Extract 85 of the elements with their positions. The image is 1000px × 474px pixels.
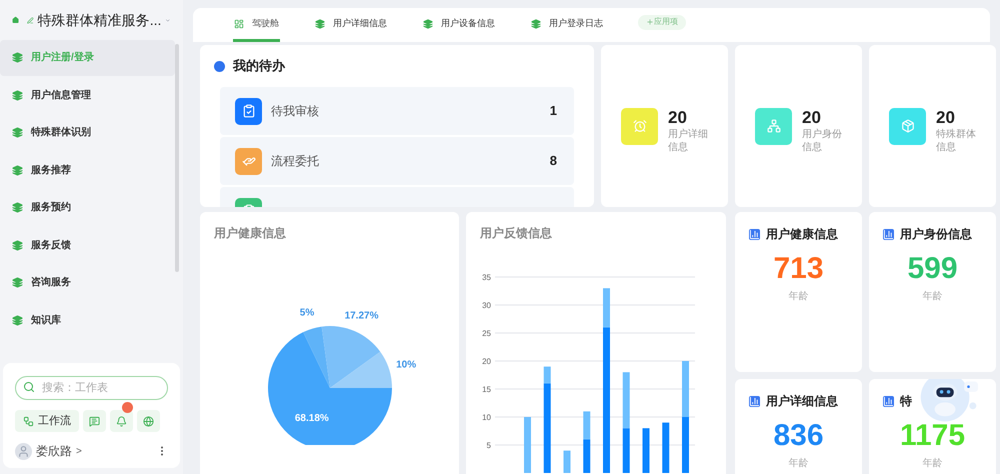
- tab[interactable]: 用户详细信息: [314, 8, 388, 42]
- tab[interactable]: 驾驶舱: [233, 8, 280, 42]
- axis-tick-label: 10: [482, 413, 491, 422]
- chart-icon: [749, 228, 760, 240]
- user-name[interactable]: 娄欣路: [36, 442, 72, 460]
- todo-row[interactable]: 流程委托 8: [220, 137, 574, 185]
- layers-icon: [12, 314, 23, 326]
- card-title: 用户身份信息: [900, 226, 972, 243]
- layers-icon: [12, 202, 23, 214]
- axis-tick-label: 5: [486, 441, 491, 450]
- sidebar-item[interactable]: 知识库: [0, 302, 175, 338]
- search-field[interactable]: 搜索：工作表: [15, 376, 168, 400]
- slice-label: 68.18%: [294, 412, 329, 424]
- stat-label: 用户详细信息: [668, 128, 709, 154]
- slice-label: 10%: [396, 359, 416, 370]
- todo-label: 流程委托: [271, 153, 319, 170]
- slice-label: 17.27%: [344, 310, 378, 322]
- stat-value: 20: [936, 108, 956, 128]
- notification-badge: [122, 402, 133, 413]
- notification-button[interactable]: [110, 410, 133, 432]
- bar: [662, 422, 670, 473]
- stat-value: 836: [773, 418, 824, 454]
- todo-count: 8: [550, 152, 557, 170]
- sidebar-item[interactable]: 服务推荐: [0, 152, 175, 188]
- axis-tick-label: 30: [482, 301, 491, 310]
- tab[interactable]: 用户登录日志: [530, 8, 604, 42]
- plus-icon: [646, 18, 654, 26]
- todo-row[interactable]: 待我审核 1: [220, 87, 574, 135]
- stat-value: 599: [907, 251, 958, 287]
- card-title: 用户健康信息: [766, 226, 838, 243]
- workflow-button[interactable]: 工作流: [15, 410, 79, 432]
- chevron-text[interactable]: >: [76, 444, 82, 458]
- avatar[interactable]: [15, 442, 32, 460]
- dashboard-icon: [234, 18, 244, 28]
- unit-label: 年龄: [788, 290, 808, 304]
- card-title: 用户详细信息: [766, 393, 838, 410]
- sidebar-item[interactable]: 用户信息管理: [0, 78, 175, 113]
- sidebar-item[interactable]: 服务预约: [0, 190, 175, 226]
- workflow-icon: [23, 416, 34, 426]
- layers-icon: [423, 18, 433, 28]
- tab[interactable]: 用户设备信息: [422, 8, 496, 42]
- axis-tick-label: 35: [482, 273, 491, 282]
- unit-label: 年龄: [788, 456, 808, 471]
- bar: [564, 450, 570, 473]
- unit-label: 年龄: [922, 290, 942, 304]
- bar: [642, 428, 650, 473]
- layers-icon: [12, 277, 23, 288]
- layers-icon: [12, 52, 23, 64]
- todo-count: 1: [550, 102, 557, 120]
- bell-icon: [116, 416, 127, 426]
- layers-icon: [12, 240, 23, 251]
- layers-icon: [12, 127, 23, 138]
- card-title: 特: [900, 393, 912, 410]
- app-title: 特殊群体精准服务...: [38, 10, 162, 30]
- layers-icon: [12, 164, 23, 176]
- axis-tick-label: 25: [482, 329, 491, 338]
- axis-tick-label: 20: [482, 357, 491, 366]
- stat-value: 713: [773, 251, 824, 287]
- unit-label: 年龄: [922, 456, 942, 471]
- globe-icon: [143, 416, 154, 426]
- slice-label: 5%: [300, 307, 314, 318]
- layers-icon: [315, 18, 325, 28]
- todo-label: 待我审核: [271, 103, 319, 120]
- chart-icon: [883, 396, 894, 406]
- sidebar-item[interactable]: 特殊群体识别: [0, 115, 175, 150]
- bar: [524, 417, 531, 473]
- chart-title: 用户健康信息: [213, 225, 287, 242]
- chart-title: 用户反馈信息: [479, 225, 553, 242]
- message-button[interactable]: [83, 410, 106, 432]
- sidebar-item[interactable]: 咨询服务: [0, 265, 175, 300]
- stat-value: 20: [802, 108, 822, 128]
- search-icon: [23, 381, 35, 393]
- layers-icon: [12, 90, 23, 101]
- chart-icon: [749, 396, 760, 406]
- stat-label: 特殊群体信息: [936, 128, 977, 154]
- axis-tick-label: 15: [482, 385, 491, 394]
- globe-button[interactable]: [137, 410, 160, 432]
- sidebar-item[interactable]: 服务反馈: [0, 228, 175, 263]
- stat-value: 1175: [900, 418, 966, 454]
- layers-icon: [531, 18, 541, 28]
- message-icon: [89, 416, 100, 426]
- stat-label: 用户身份信息: [802, 128, 843, 154]
- card-title: 我的待办: [233, 57, 285, 76]
- chart-icon: [883, 228, 894, 240]
- stat-value: 20: [668, 108, 688, 128]
